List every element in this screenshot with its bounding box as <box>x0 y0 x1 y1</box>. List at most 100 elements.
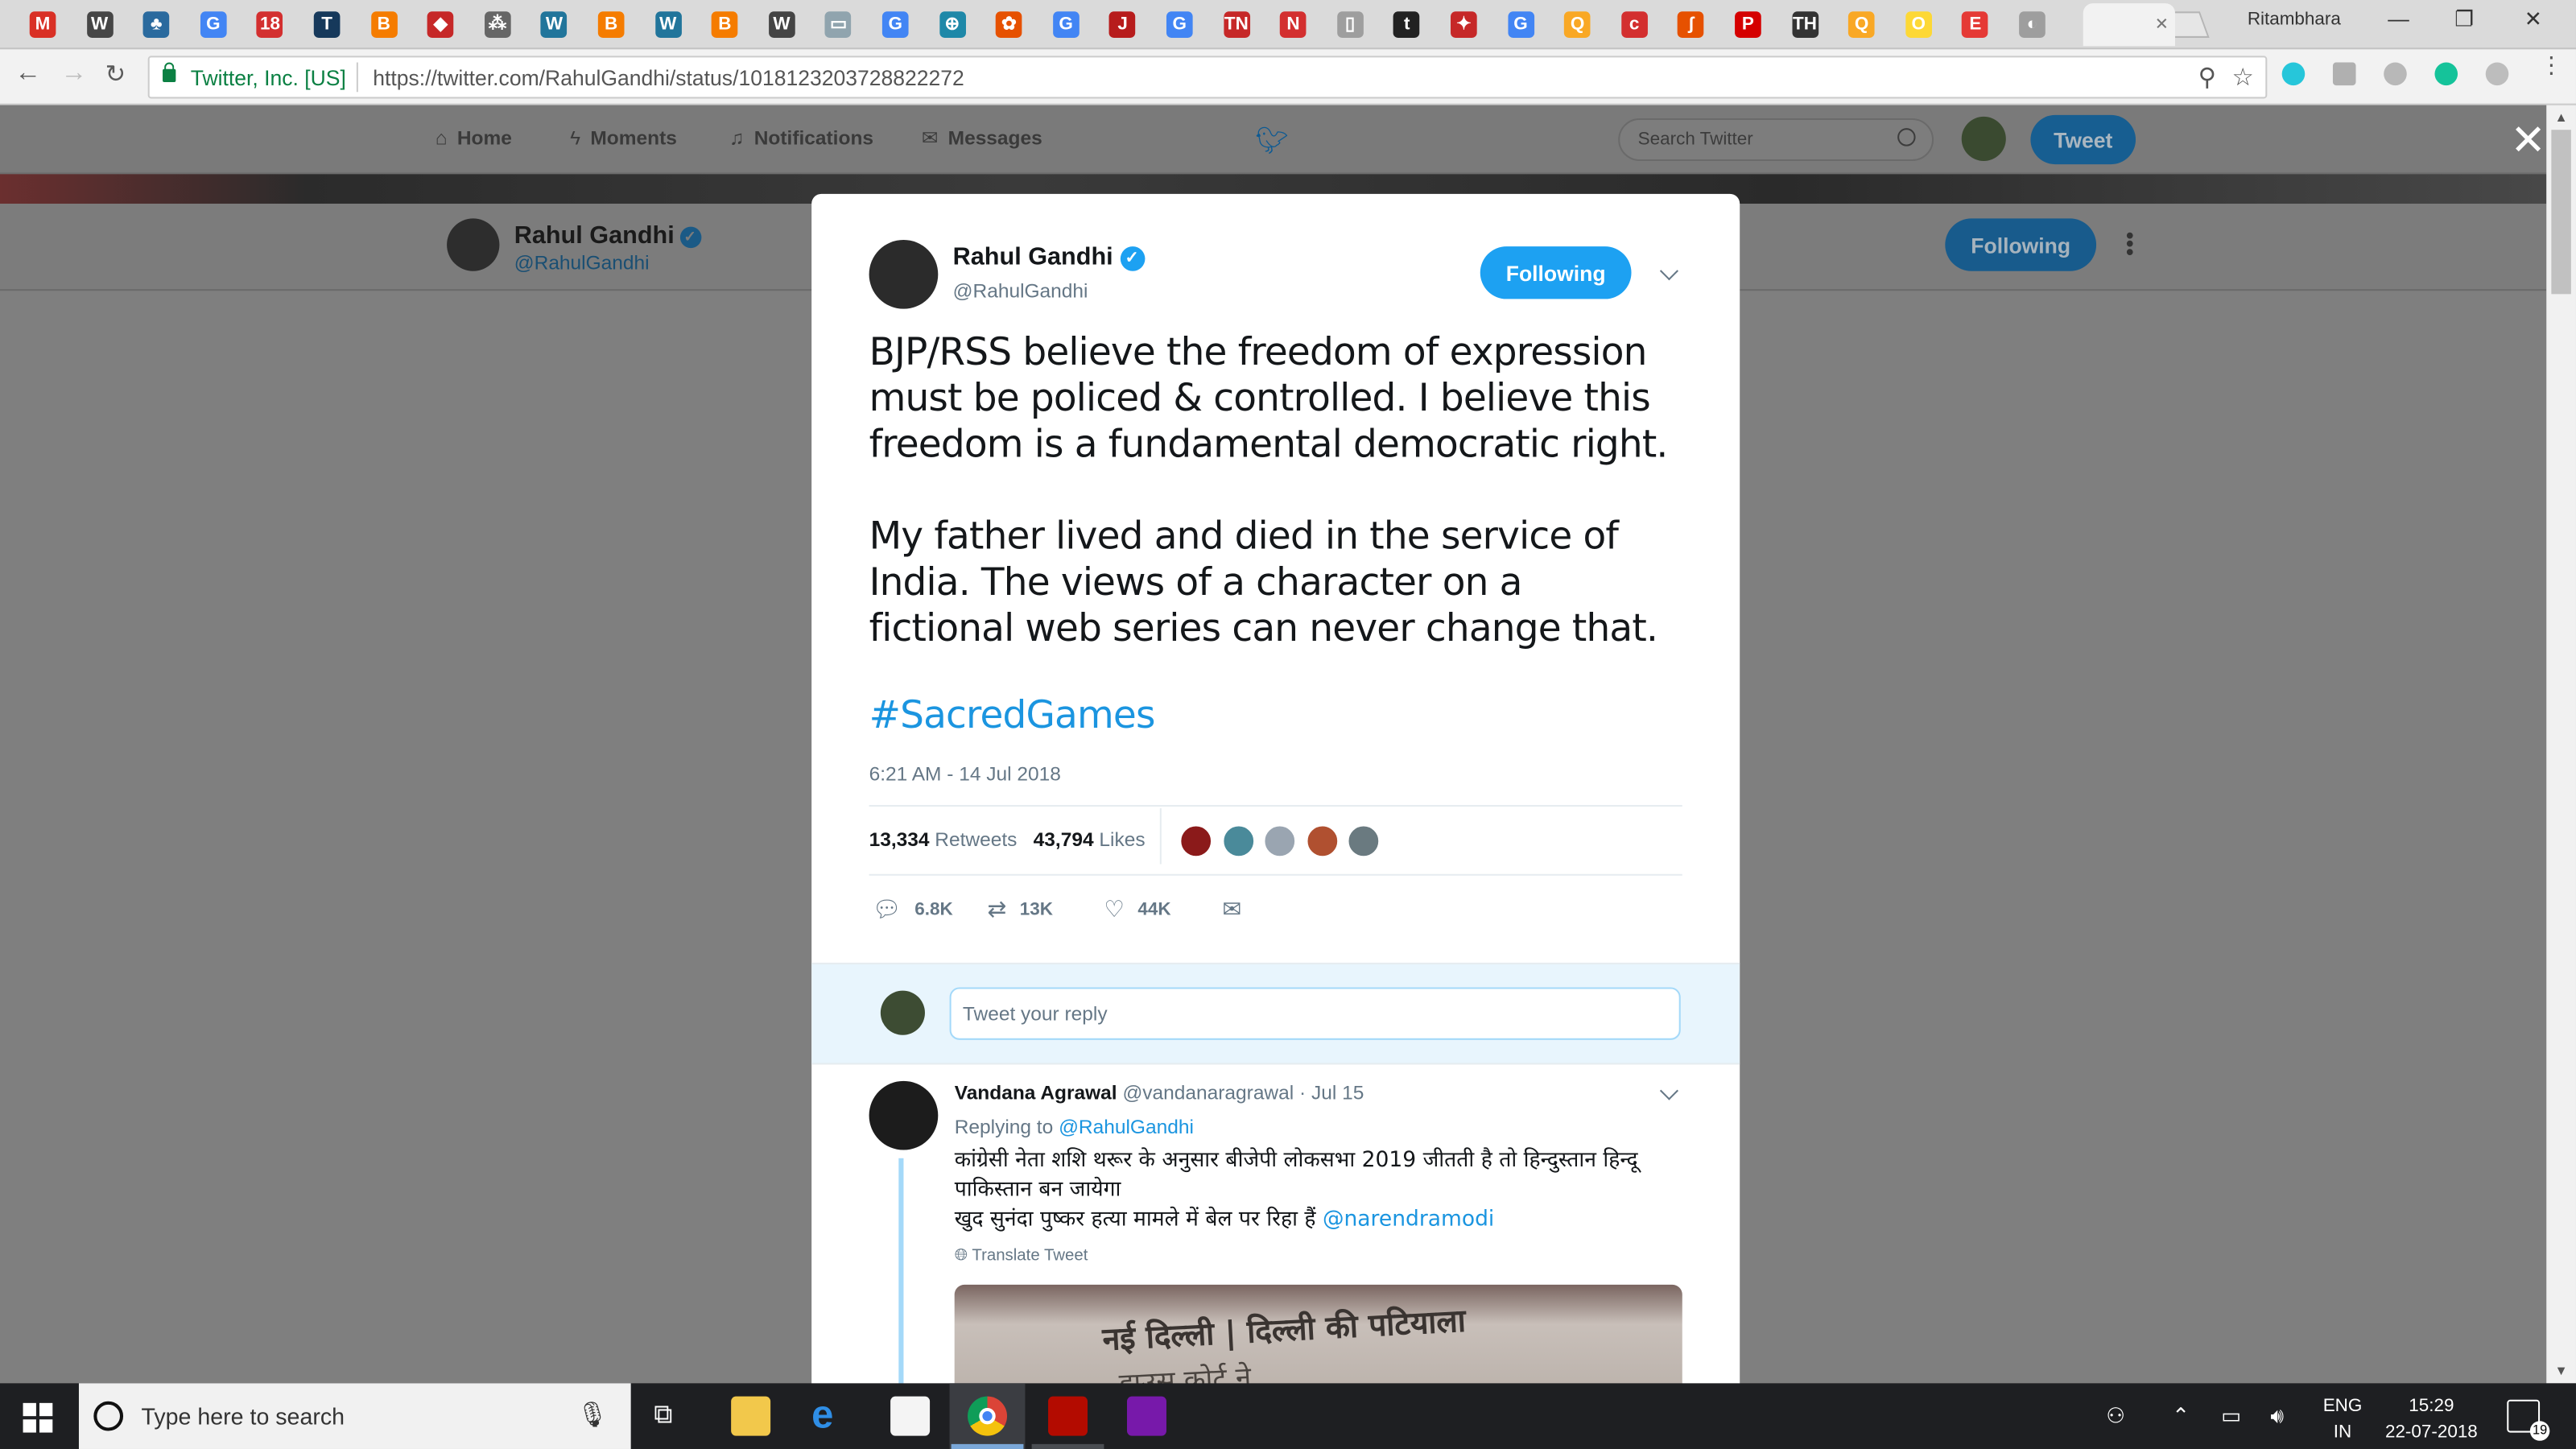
tweet-timestamp[interactable]: 6:21 AM - 14 Jul 2018 <box>869 762 1061 786</box>
extension-cloud-icon[interactable] <box>2384 62 2407 86</box>
browser-tab[interactable]: J <box>1095 3 1150 46</box>
url-text[interactable]: https://twitter.com/RahulGandhi/status/1… <box>373 66 964 91</box>
more-options-icon[interactable]: • • • <box>2126 224 2134 263</box>
onenote-icon[interactable] <box>1126 1396 1166 1436</box>
edge-icon[interactable]: e <box>811 1393 833 1439</box>
browser-tab[interactable]: ⁂ <box>469 3 525 46</box>
volume-icon[interactable]: 🔊︎ <box>2270 1403 2284 1430</box>
browser-tab-active[interactable]: ✕ <box>2083 3 2176 47</box>
browser-tab[interactable]: N <box>1265 3 1321 46</box>
likes-stat[interactable]: 43,794 Likes <box>1034 828 1146 852</box>
hashtag-link[interactable]: #SacredGames <box>869 695 1156 737</box>
browser-tab[interactable]: W <box>526 3 582 46</box>
microphone-icon[interactable]: 🎙︎ <box>576 1400 608 1430</box>
people-icon[interactable]: ⚇ <box>2106 1403 2125 1430</box>
like-action[interactable]: ♡ 44K <box>1104 895 1170 923</box>
browser-tab[interactable]: B <box>356 3 411 46</box>
liker-avatar[interactable] <box>1345 823 1382 860</box>
browser-tab[interactable]: ◆ <box>413 3 469 46</box>
browser-tab[interactable]: Q <box>1550 3 1605 46</box>
liker-avatar[interactable] <box>1178 823 1215 860</box>
nav-home[interactable]: ⌂ Home <box>436 126 512 150</box>
browser-tab[interactable]: G <box>1152 3 1208 46</box>
browser-tab[interactable]: TN <box>1208 3 1264 46</box>
minimize-button[interactable]: — <box>2366 6 2432 39</box>
forward-icon[interactable]: → <box>61 59 88 89</box>
browser-tab[interactable]: ▭ <box>811 3 866 46</box>
browser-tab[interactable]: G <box>1492 3 1548 46</box>
action-center-icon[interactable]: 19 <box>2507 1399 2550 1441</box>
browser-tab[interactable]: TH <box>1777 3 1832 46</box>
browser-tab[interactable]: P <box>1720 3 1776 46</box>
browser-tab[interactable]: t <box>1379 3 1435 46</box>
avatar[interactable] <box>1961 116 2006 161</box>
mention-link[interactable]: @narendramodi <box>1323 1208 1494 1232</box>
browser-tab[interactable]: B <box>697 3 753 46</box>
nav-notifications[interactable]: ♫ Notifications <box>729 126 873 150</box>
liker-avatar[interactable] <box>1220 823 1257 860</box>
browser-profile-name[interactable]: Ritambhara <box>2248 10 2341 29</box>
profile-name[interactable]: Rahul Gandhi ✓ <box>514 222 701 250</box>
browser-tab[interactable]: G <box>185 3 241 46</box>
browser-tab[interactable]: W <box>72 3 127 46</box>
browser-tab[interactable]: T <box>299 3 354 46</box>
acrobat-icon[interactable] <box>1048 1396 1088 1436</box>
avatar[interactable] <box>869 239 939 309</box>
avatar[interactable] <box>869 1080 939 1150</box>
browser-tab[interactable]: ▯ <box>1322 3 1377 46</box>
translate-tweet-link[interactable]: 🌐︎ Translate Tweet <box>955 1247 1088 1265</box>
extension-tray-icon[interactable] <box>2332 62 2356 86</box>
profile-handle[interactable]: @RahulGandhi <box>514 251 650 275</box>
liker-avatar[interactable] <box>1261 823 1298 860</box>
extension-m-icon[interactable] <box>2281 62 2306 86</box>
grammarly-icon[interactable] <box>2434 62 2458 86</box>
close-tab-icon[interactable]: ✕ <box>2155 16 2169 34</box>
browser-tab[interactable]: W <box>753 3 809 46</box>
search-icon[interactable] <box>1897 128 1916 147</box>
chrome-taskbar-button[interactable] <box>949 1383 1026 1449</box>
browser-tab[interactable]: M <box>14 3 70 46</box>
browser-tab[interactable]: ◐ <box>2004 3 2060 46</box>
browser-tab[interactable]: W <box>640 3 696 46</box>
browser-tab[interactable]: E <box>1947 3 2003 46</box>
extension-circle-icon[interactable] <box>2485 62 2509 86</box>
zoom-icon[interactable]: ⚲ <box>2198 63 2216 93</box>
file-explorer-icon[interactable] <box>731 1396 771 1436</box>
battery-icon[interactable]: ▭ <box>2221 1403 2241 1430</box>
chevron-up-icon[interactable]: ⌃ <box>2172 1403 2190 1430</box>
scroll-down-icon[interactable]: ▼ <box>2554 1364 2567 1378</box>
nav-messages[interactable]: ✉ Messages <box>922 126 1042 150</box>
close-modal-icon[interactable]: ✕ <box>2510 118 2545 161</box>
taskbar-search-input[interactable]: Type here to search 🎙︎ <box>78 1383 631 1449</box>
browser-tab[interactable]: B <box>583 3 638 46</box>
browser-tab[interactable]: ʃ <box>1663 3 1719 46</box>
replying-to-link[interactable]: @RahulGandhi <box>1059 1116 1194 1139</box>
browser-tab[interactable]: ✦ <box>1436 3 1492 46</box>
browser-tab[interactable]: O <box>1891 3 1946 46</box>
windows-start-icon[interactable] <box>23 1402 53 1433</box>
browser-tab[interactable]: ✿ <box>981 3 1037 46</box>
task-view-icon[interactable]: ⧉ <box>654 1402 672 1431</box>
following-button[interactable]: Following <box>1480 246 1632 299</box>
reload-icon[interactable]: ↻ <box>105 59 126 89</box>
cortana-icon[interactable] <box>93 1401 124 1431</box>
tweet-author-handle[interactable]: @RahulGandhi <box>953 279 1088 303</box>
address-bar[interactable]: Twitter, Inc. [US] https://twitter.com/R… <box>147 56 2268 99</box>
retweets-stat[interactable]: 13,334 Retweets <box>869 828 1018 852</box>
direct-message-action[interactable]: ✉ <box>1222 895 1254 923</box>
retweet-action[interactable]: ⇄ 13K <box>988 895 1053 923</box>
browser-tab[interactable]: G <box>868 3 923 46</box>
input-language[interactable]: ENG IN <box>2323 1393 2363 1446</box>
avatar[interactable] <box>880 990 925 1035</box>
bookmark-star-icon[interactable]: ☆ <box>2232 63 2254 93</box>
reply-author[interactable]: Vandana Agrawal @vandanaragrawal · Jul 1… <box>955 1081 1364 1104</box>
browser-tab[interactable]: ⊕ <box>924 3 980 46</box>
chevron-down-icon[interactable] <box>1659 262 1678 281</box>
browser-tab[interactable]: G <box>1038 3 1093 46</box>
chevron-down-icon[interactable] <box>1659 1081 1678 1100</box>
following-button[interactable]: Following <box>1945 218 2097 271</box>
browser-tab[interactable]: ♣ <box>129 3 184 46</box>
browser-tab[interactable]: Q <box>1834 3 1889 46</box>
liker-avatar[interactable] <box>1303 823 1340 860</box>
browser-menu-icon[interactable]: ⋮ <box>2540 52 2563 76</box>
